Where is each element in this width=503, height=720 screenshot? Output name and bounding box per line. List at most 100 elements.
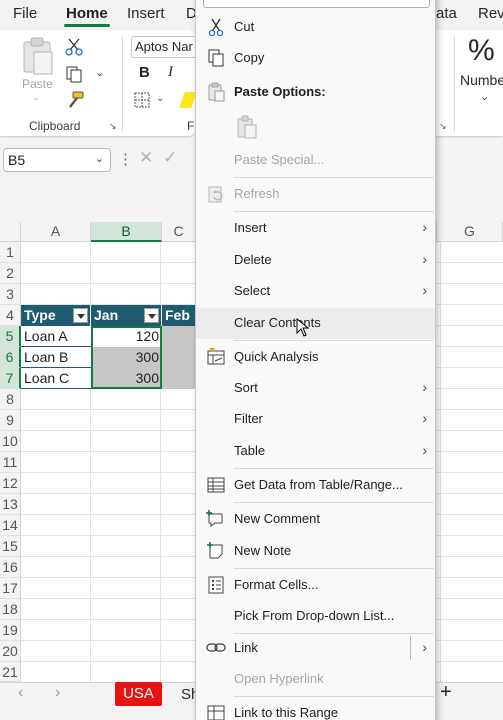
tab-home[interactable]: Home	[66, 5, 108, 22]
tab-review-partial[interactable]: Rev	[478, 5, 503, 22]
menu-item-sort[interactable]: Sort ›	[196, 373, 435, 404]
menu-item-link[interactable]: Link ›	[196, 633, 435, 664]
menu-item-label: Format Cells...	[234, 577, 319, 592]
alignment-launcher-icon[interactable]: ↘	[439, 121, 447, 132]
row-header[interactable]: 18	[0, 599, 21, 620]
confirm-entry-icon[interactable]: ✓	[163, 148, 177, 168]
row-header-selected[interactable]: 6	[0, 347, 21, 368]
menu-separator	[234, 568, 434, 569]
bold-button[interactable]: B	[139, 64, 150, 81]
menu-item-paste-icon-row[interactable]	[196, 110, 435, 144]
menu-separator	[234, 340, 434, 341]
table-header-cell[interactable]: Feb	[162, 305, 196, 326]
paste-chevron-icon[interactable]: ⌄	[32, 92, 40, 103]
menu-item-label: Paste Special...	[234, 152, 325, 167]
cancel-entry-icon[interactable]: ✕	[139, 148, 153, 168]
row-header[interactable]: 20	[0, 641, 21, 662]
filter-dropdown-icon[interactable]	[73, 308, 88, 323]
table-cell-feb[interactable]	[162, 326, 196, 347]
menu-item-cut[interactable]: Cut	[196, 12, 435, 43]
table-cell-type[interactable]: Loan A	[21, 326, 91, 347]
menu-item-clear-contents[interactable]: Clear Contents	[196, 308, 435, 339]
paste-icon[interactable]	[20, 36, 56, 76]
column-header-c[interactable]: C	[162, 222, 196, 242]
menu-item-get-data[interactable]: Get Data from Table/Range...	[196, 470, 435, 501]
menu-item-refresh[interactable]: Refresh	[196, 179, 435, 210]
row-header[interactable]: 21	[0, 662, 21, 682]
menu-item-label: Open Hyperlink	[234, 671, 324, 686]
menu-item-new-note[interactable]: New Note	[196, 536, 435, 567]
menu-item-delete[interactable]: Delete ›	[196, 245, 435, 276]
number-format-icon[interactable]: %	[468, 34, 495, 68]
name-box-chevron-icon[interactable]: ⌄	[95, 152, 104, 165]
borders-icon[interactable]	[134, 92, 152, 108]
row-header[interactable]: 17	[0, 578, 21, 599]
tab-file[interactable]: File	[13, 5, 37, 22]
paste-icon[interactable]	[236, 115, 258, 139]
row-header[interactable]: 9	[0, 410, 21, 431]
menu-item-copy[interactable]: Copy	[196, 43, 435, 74]
column-header-b[interactable]: B	[91, 222, 162, 242]
row-header[interactable]: 13	[0, 494, 21, 515]
cut-icon[interactable]	[65, 38, 83, 56]
select-all-corner[interactable]	[0, 222, 21, 242]
table-cell-feb[interactable]	[162, 368, 196, 389]
name-box[interactable]: B5 ⌄	[3, 148, 111, 172]
copy-chevron-icon[interactable]: ⌄	[95, 66, 104, 79]
table-cell-type[interactable]: Loan B	[21, 347, 91, 368]
format-painter-icon[interactable]	[65, 90, 85, 110]
borders-chevron-icon[interactable]: ⌄	[156, 93, 164, 104]
row-header[interactable]: 2	[0, 263, 21, 284]
menu-item-insert[interactable]: Insert ›	[196, 213, 435, 244]
clipboard-launcher-icon[interactable]: ↘	[109, 121, 117, 132]
menu-item-pick-from-list[interactable]: Pick From Drop-down List...	[196, 601, 435, 632]
next-sheet-icon[interactable]: ›	[55, 684, 60, 702]
table-cell-feb[interactable]	[162, 347, 196, 368]
row-header[interactable]: 14	[0, 515, 21, 536]
menu-item-label: Copy	[234, 50, 265, 65]
new-note-icon	[207, 542, 223, 559]
row-header[interactable]: 8	[0, 389, 21, 410]
column-header-a[interactable]: A	[21, 222, 91, 242]
menu-item-format-cells[interactable]: Format Cells...	[196, 570, 435, 601]
row-header[interactable]: 15	[0, 536, 21, 557]
row-header[interactable]: 1	[0, 242, 21, 263]
table-header-cell[interactable]: Type	[21, 305, 91, 326]
tab-insert[interactable]: Insert	[127, 5, 165, 22]
menu-item-new-comment[interactable]: New Comment	[196, 504, 435, 535]
menu-item-label: Refresh	[234, 186, 280, 201]
menu-item-paste-special[interactable]: Paste Special...	[196, 145, 435, 176]
menu-item-filter[interactable]: Filter ›	[196, 404, 435, 435]
row-header[interactable]: 3	[0, 284, 21, 305]
menu-item-table[interactable]: Table ›	[196, 436, 435, 467]
menu-item-quick-analysis[interactable]: Quick Analysis	[196, 342, 435, 373]
tab-data-partial[interactable]: ata	[436, 5, 457, 22]
add-sheet-button[interactable]: +	[440, 681, 452, 704]
menu-item-link-to-range[interactable]: Link to this Range	[196, 698, 435, 720]
number-chevron-icon[interactable]: ⌄	[480, 90, 489, 103]
row-header[interactable]: 19	[0, 620, 21, 641]
context-menu-search-box[interactable]	[203, 0, 430, 8]
row-header[interactable]: 12	[0, 473, 21, 494]
table-cell-type[interactable]: Loan C	[21, 368, 91, 389]
row-header-selected[interactable]: 5	[0, 326, 21, 347]
font-name-box[interactable]: Aptos Nar	[131, 36, 201, 58]
column-header-g[interactable]: G	[436, 222, 503, 242]
menu-item-select[interactable]: Select ›	[196, 276, 435, 307]
filter-dropdown-icon[interactable]	[144, 308, 159, 323]
number-group-button[interactable]: Numbe	[460, 72, 503, 88]
row-header[interactable]: 11	[0, 452, 21, 473]
menu-item-open-hyperlink[interactable]: Open Hyperlink	[196, 664, 435, 695]
menu-item-label: Select	[234, 283, 271, 298]
row-header[interactable]: 4	[0, 305, 21, 326]
paste-button-label[interactable]: Paste	[22, 77, 53, 91]
prev-sheet-icon[interactable]: ‹	[18, 684, 23, 702]
row-header[interactable]: 10	[0, 431, 21, 452]
row-header-selected[interactable]: 7	[0, 368, 21, 389]
table-header-cell[interactable]: Jan	[91, 305, 162, 326]
menu-item-label: Link to this Range	[234, 705, 339, 720]
copy-icon[interactable]	[65, 65, 85, 83]
sheet-tab-usa[interactable]: USA	[115, 682, 162, 706]
italic-button[interactable]: I	[168, 64, 173, 81]
row-header[interactable]: 16	[0, 557, 21, 578]
